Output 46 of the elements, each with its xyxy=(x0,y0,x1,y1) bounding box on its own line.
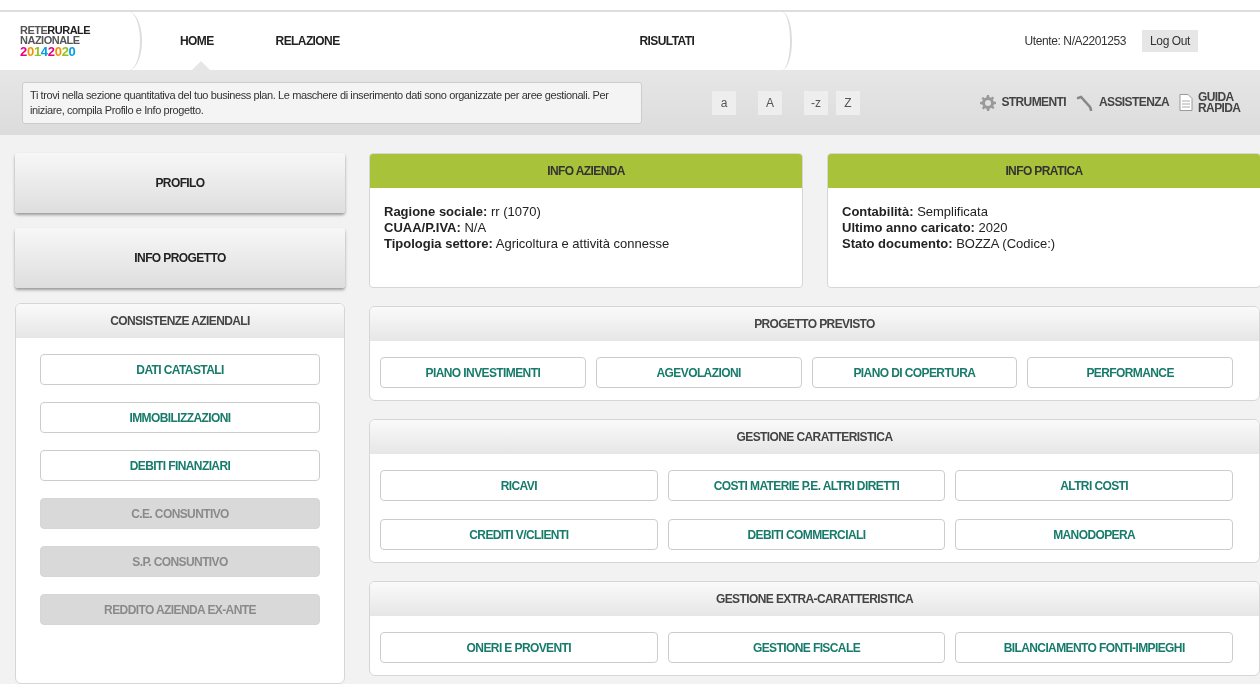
user-label: Utente: N/A2201253 xyxy=(1024,34,1127,48)
font-size-button[interactable]: a xyxy=(712,90,736,115)
info-field: Ragione sociale: rr (1070) xyxy=(384,204,788,219)
logo: RETERURALE NAZIONALE 20142020 xyxy=(20,24,92,58)
font-size-button[interactable]: Z xyxy=(836,90,860,115)
section-button[interactable]: IMMOBILIZZAZIONI xyxy=(40,402,320,433)
panel-title: PROGETTO PREVISTO xyxy=(370,307,1259,341)
font-size-button[interactable]: A xyxy=(758,90,782,115)
phone-icon xyxy=(1076,94,1094,111)
document-icon xyxy=(1179,94,1193,111)
section-button[interactable]: AGEVOLAZIONI xyxy=(595,357,802,388)
info-field: CUAA/P.IVA: N/A xyxy=(384,220,788,235)
section-button[interactable]: ONERI E PROVENTI xyxy=(380,632,658,663)
toolbar-link[interactable]: STRUMENTI xyxy=(980,94,1066,111)
main-button[interactable]: INFO PROGETTO xyxy=(15,228,345,288)
panel-title: CONSISTENZE AZIENDALI xyxy=(16,304,344,338)
section-button[interactable]: PERFORMANCE xyxy=(1027,357,1233,388)
nav-tab[interactable]: RISULTATI xyxy=(639,12,773,70)
card-title: INFO PRATICA xyxy=(828,154,1260,188)
card-title: INFO AZIENDA xyxy=(370,154,802,188)
info-field: Ultimo anno caricato: 2020 xyxy=(842,220,1246,235)
section-button[interactable]: DATI CATASTALI xyxy=(40,354,320,385)
panel-title: GESTIONE CARATTERISTICA xyxy=(370,420,1259,454)
gear-icon xyxy=(980,94,997,111)
info-notice: Ti trovi nella sezione quantitativa del tuo business plan. Le maschere di inserimento dati sono organizzate per aree gestionali. Per iniziare, compila Profilo e Info progetto. xyxy=(22,81,642,124)
panel-title: GESTIONE EXTRA-CARATTERISTICA xyxy=(370,582,1259,616)
main-button[interactable]: PROFILO xyxy=(15,153,345,213)
section-button[interactable]: PIANO INVESTIMENTI xyxy=(380,357,586,388)
section-button[interactable]: DEBITI FINANZIARI xyxy=(40,450,320,481)
section-button[interactable]: ALTRI COSTI xyxy=(955,470,1233,501)
info-field: Contabilità: Semplificata xyxy=(842,204,1246,219)
section-button[interactable]: BILANCIAMENTO FONTI-IMPIEGHI xyxy=(955,632,1233,663)
info-field: Stato documento: BOZZA (Codice:) xyxy=(842,236,1246,251)
section-button[interactable]: CREDITI V/CLIENTI xyxy=(380,519,658,550)
nav-tab[interactable]: HOME xyxy=(142,12,276,70)
nav-tab[interactable]: RELAZIONE xyxy=(275,12,640,70)
section-button[interactable]: DEBITI COMMERCIALI xyxy=(667,519,946,550)
section-button[interactable]: COSTI MATERIE P.E. ALTRI DIRETTI xyxy=(667,470,946,501)
logout-button[interactable]: Log Out xyxy=(1142,30,1198,52)
toolbar-link[interactable]: ASSISTENZA xyxy=(1076,94,1169,111)
section-button[interactable]: GESTIONE FISCALE xyxy=(667,632,946,663)
section-button[interactable]: RICAVI xyxy=(380,470,658,501)
section-button[interactable]: PIANO DI COPERTURA xyxy=(811,357,1018,388)
section-button[interactable]: MANODOPERA xyxy=(955,519,1233,550)
font-size-button[interactable]: -z xyxy=(804,90,828,115)
info-field: Tipologia settore: Agricoltura e attività connesse xyxy=(384,236,788,251)
